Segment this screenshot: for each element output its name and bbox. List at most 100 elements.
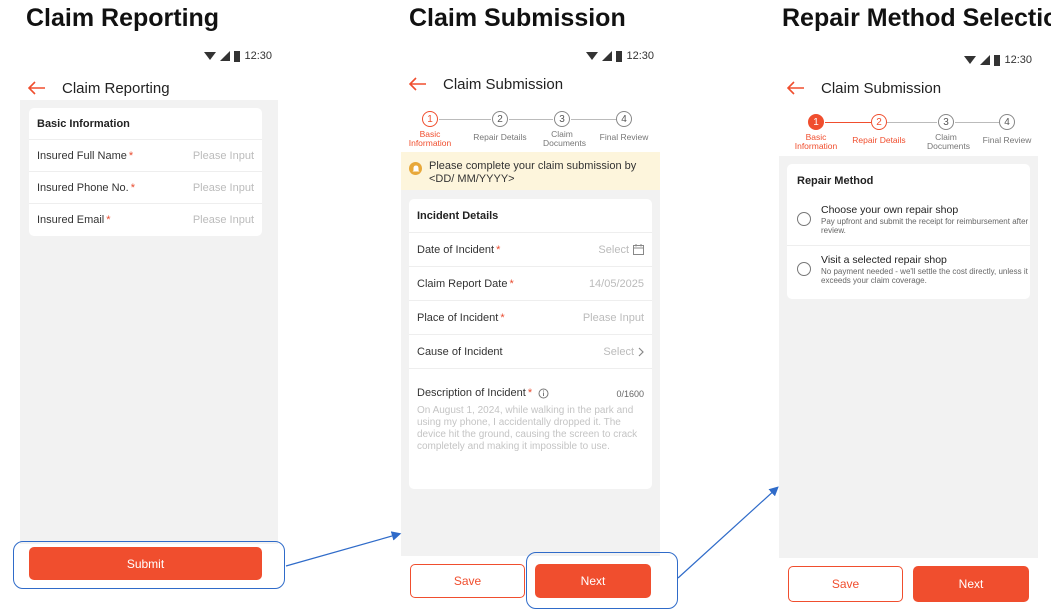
header-title: Claim Submission <box>443 75 564 93</box>
bell-icon <box>409 162 422 175</box>
option-title: Choose your own repair shop <box>821 204 959 216</box>
section-title-repair-method: Repair Method Selection <box>782 4 1051 32</box>
step-label: Repair Details <box>473 132 527 142</box>
card-header: Incident Details <box>409 199 652 233</box>
step-basic-information[interactable]: 1 Basic Information <box>781 114 851 151</box>
header-title: Claim Reporting <box>62 79 170 97</box>
card-header: Basic Information <box>29 108 262 140</box>
battery-icon <box>994 54 1001 66</box>
flow-arrow-to-repair <box>677 486 779 579</box>
next-button[interactable]: Next <box>913 566 1029 602</box>
field-label: Description of Incident * <box>417 387 549 399</box>
description-counter: 0/1600 <box>616 389 644 399</box>
progress-stepper: 1 Basic Information 2 Repair Details 3 C… <box>779 114 1038 162</box>
field-row-claim-report-date: Claim Report Date * 14/05/2025 <box>409 267 652 301</box>
field-label: Insured Phone No. * <box>37 181 136 194</box>
phone-claim-reporting: 12:30 Claim Reporting Basic Information … <box>20 40 278 610</box>
card-title: Repair Method <box>797 175 874 187</box>
step-number: 1 <box>422 111 438 127</box>
insured-email-input[interactable]: Please Input <box>193 214 254 226</box>
place-of-incident-input[interactable]: Please Input <box>583 312 644 324</box>
field-row-place-of-incident[interactable]: Place of Incident * Please Input <box>409 301 652 335</box>
incident-details-card: Incident Details Date of Incident * Selec… <box>409 199 652 489</box>
status-time: 12:30 <box>244 50 272 62</box>
field-label: Insured Email * <box>37 214 111 226</box>
submit-highlight-box <box>13 541 285 589</box>
step-number: 1 <box>808 114 824 130</box>
basic-information-card: Basic Information Insured Full Name * Ple… <box>29 108 262 236</box>
insured-full-name-input[interactable]: Please Input <box>193 150 254 162</box>
description-header: Description of Incident * 0/1600 <box>409 369 652 399</box>
field-label: Place of Incident * <box>417 311 505 324</box>
back-arrow-icon[interactable] <box>783 76 809 100</box>
signal-icon <box>980 55 991 65</box>
radio-selected-repair-shop[interactable] <box>797 262 811 276</box>
status-bar: 12:30 <box>586 48 654 64</box>
flow-arrow-to-submission <box>285 531 402 567</box>
claim-report-date-value: 14/05/2025 <box>588 277 644 290</box>
step-label: Repair Details <box>852 135 906 145</box>
step-repair-details[interactable]: 2 Repair Details <box>465 111 535 142</box>
chevron-right-icon <box>638 347 644 356</box>
calendar-icon <box>633 244 644 255</box>
field-row-cause-of-incident[interactable]: Cause of Incident Select <box>409 335 652 369</box>
notice-text: Please complete your claim submission by… <box>429 160 637 185</box>
description-textarea[interactable]: On August 1, 2024, while walking in the … <box>409 405 652 453</box>
signal-icon <box>602 51 613 61</box>
signal-icon <box>220 51 231 61</box>
battery-icon <box>234 50 241 62</box>
phone-claim-submission: 12:30 Claim Submission 1 Basic Informati… <box>401 40 660 610</box>
section-title-claim-submission: Claim Submission <box>409 4 626 32</box>
step-label: Basic Information <box>794 132 838 151</box>
step-number: 4 <box>999 114 1015 130</box>
step-label: Final Review <box>599 132 649 142</box>
step-label: Final Review <box>982 135 1032 145</box>
field-row-date-of-incident[interactable]: Date of Incident * Select <box>409 233 652 267</box>
status-bar: 12:30 <box>204 48 272 64</box>
wifi-icon <box>586 52 599 60</box>
repair-method-card: Repair Method Choose your own repair sho… <box>787 164 1030 299</box>
step-claim-documents[interactable]: 3 Claim Documents <box>527 111 597 148</box>
save-button[interactable]: Save <box>788 566 903 602</box>
field-row-insured-email[interactable]: Insured Email * Please Input <box>29 204 262 236</box>
step-final-review[interactable]: 4 Final Review <box>972 114 1038 145</box>
step-repair-details[interactable]: 2 Repair Details <box>844 114 914 145</box>
step-number: 3 <box>938 114 954 130</box>
option-subtitle: Pay upfront and submit the receipt for r… <box>821 217 1029 235</box>
card-title: Basic Information <box>37 117 130 130</box>
back-arrow-icon[interactable] <box>405 72 431 96</box>
step-basic-information[interactable]: 1 Basic Information <box>401 111 465 148</box>
next-highlight-box <box>526 552 678 609</box>
option-selected-repair-shop[interactable]: Visit a selected repair shop No payment … <box>787 254 1030 296</box>
info-icon[interactable] <box>538 388 549 399</box>
status-time: 12:30 <box>626 50 654 62</box>
cause-of-incident-select[interactable]: Select <box>603 346 644 358</box>
section-title-claim-reporting: Claim Reporting <box>26 4 220 32</box>
field-label: Date of Incident * <box>417 243 501 256</box>
card-title: Incident Details <box>417 209 499 222</box>
save-button[interactable]: Save <box>410 564 525 598</box>
step-number: 3 <box>554 111 570 127</box>
step-claim-documents[interactable]: 3 Claim Documents <box>911 114 981 151</box>
radio-own-repair-shop[interactable] <box>797 212 811 226</box>
step-label: Claim Documents <box>927 132 970 151</box>
option-content: Choose your own repair shop Pay upfront … <box>821 204 1030 235</box>
status-bar: 12:30 <box>964 52 1032 68</box>
option-title: Visit a selected repair shop <box>821 254 947 266</box>
step-final-review[interactable]: 4 Final Review <box>589 111 659 142</box>
app-header: Claim Submission <box>779 72 1038 104</box>
date-of-incident-select[interactable]: Select <box>598 244 644 256</box>
card-header: Repair Method <box>787 164 1030 198</box>
step-label: Claim Documents <box>543 129 586 148</box>
option-subtitle: No payment needed - we'll settle the cos… <box>821 267 1028 285</box>
insured-phone-input[interactable]: Please Input <box>193 182 254 194</box>
wifi-icon <box>964 56 977 64</box>
step-label: Basic Information <box>408 129 452 148</box>
field-row-insured-phone[interactable]: Insured Phone No. * Please Input <box>29 172 262 204</box>
deadline-notice: Please complete your claim submission by… <box>401 152 660 190</box>
app-header: Claim Submission <box>401 68 660 100</box>
field-row-insured-full-name[interactable]: Insured Full Name * Please Input <box>29 140 262 172</box>
option-own-repair-shop[interactable]: Choose your own repair shop Pay upfront … <box>787 204 1030 246</box>
option-content: Visit a selected repair shop No payment … <box>821 254 1030 285</box>
back-arrow-icon[interactable] <box>24 76 50 100</box>
